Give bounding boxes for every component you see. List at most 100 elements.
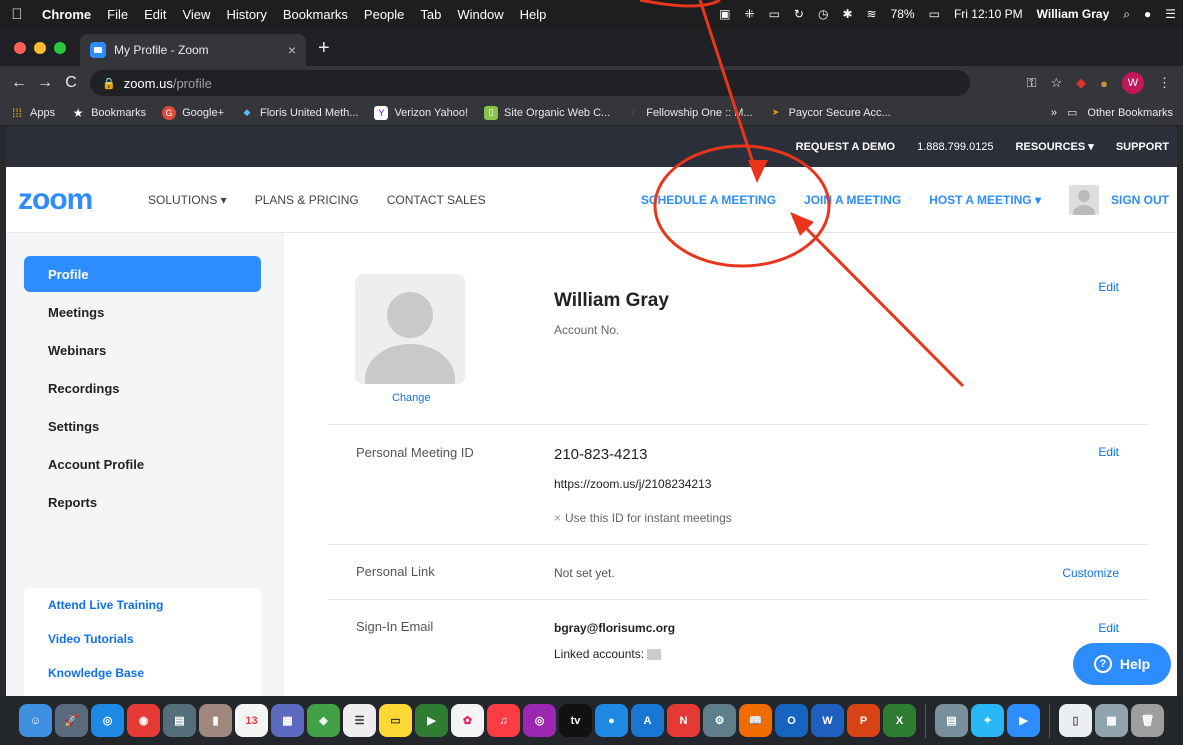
maximize-window-button[interactable] [54, 42, 66, 54]
attend-live-training-link[interactable]: Attend Live Training [24, 588, 261, 622]
contact-sales-link[interactable]: CONTACT SALES [387, 193, 486, 207]
minimize-window-button[interactable] [34, 42, 46, 54]
messages-icon[interactable]: ● [595, 704, 628, 737]
excel-icon[interactable]: X [883, 704, 916, 737]
photo-booth-icon[interactable]: ▦ [271, 704, 304, 737]
change-photo-link[interactable]: Change [392, 392, 431, 404]
document-icon[interactable]: ▯ [1059, 704, 1092, 737]
podcasts-icon[interactable]: ◎ [523, 704, 556, 737]
trash-icon[interactable]: 🗑 [1131, 704, 1164, 737]
app-store-icon[interactable]: A [631, 704, 664, 737]
airplay-icon[interactable]: ▭ [762, 7, 787, 21]
siri-icon[interactable]: ● [1137, 7, 1158, 21]
sidebar-item-webinars[interactable]: Webinars [24, 332, 261, 368]
knowledge-base-link[interactable]: Knowledge Base [24, 656, 261, 690]
close-window-button[interactable] [14, 42, 26, 54]
image-capture-icon[interactable]: ◈ [307, 704, 340, 737]
launchpad-icon[interactable]: 🚀 [55, 704, 88, 737]
sidebar-item-reports[interactable]: Reports [24, 484, 261, 520]
downloads-icon[interactable]: ▦ [1095, 704, 1128, 737]
menu-window[interactable]: Window [449, 7, 511, 22]
sidebar-item-recordings[interactable]: Recordings [24, 370, 261, 406]
address-bar[interactable]: 🔒 zoom.us/profile [90, 70, 970, 96]
finder-window-icon[interactable]: ▤ [935, 704, 968, 737]
bluetooth-icon[interactable]: ✱ [835, 7, 859, 21]
close-tab-icon[interactable]: × [288, 42, 296, 58]
lock-icon[interactable]: 🔒 [102, 77, 116, 90]
video-tutorials-link[interactable]: Video Tutorials [24, 622, 261, 656]
time-machine-icon[interactable]: ◷ [811, 7, 835, 21]
menu-view[interactable]: View [174, 7, 218, 22]
system-preferences-icon[interactable]: ⚙ [703, 704, 736, 737]
menu-help[interactable]: Help [512, 7, 555, 22]
powerpoint-icon[interactable]: P [847, 704, 880, 737]
photos-icon[interactable]: ✿ [451, 704, 484, 737]
edit-profile-link[interactable]: Edit [1098, 280, 1119, 294]
refresh-status-icon[interactable]: ↻ [787, 7, 811, 21]
menu-edit[interactable]: Edit [136, 7, 174, 22]
facetime-icon[interactable]: ▶ [415, 704, 448, 737]
chrome-icon[interactable]: ◉ [127, 704, 160, 737]
extension-cookie-icon[interactable]: ● [1100, 76, 1108, 91]
resources-dropdown[interactable]: RESOURCES ▾ [1016, 140, 1094, 153]
support-link[interactable]: SUPPORT [1116, 141, 1169, 153]
calendar-icon[interactable]: 13 [235, 704, 268, 737]
solutions-dropdown[interactable]: SOLUTIONS ▾ [148, 193, 227, 207]
bookmark-bookmarks[interactable]: ★ Bookmarks [71, 106, 146, 120]
back-arrow-icon[interactable]: ← [6, 74, 32, 92]
bookmark-site-organic[interactable]: ▯ Site Organic Web C... [484, 105, 610, 120]
menu-clock[interactable]: Fri 12:10 PM [947, 7, 1030, 21]
bookmark-paycor[interactable]: ➤ Paycor Secure Acc... [769, 106, 891, 120]
news-icon[interactable]: N [667, 704, 700, 737]
edit-pmi-link[interactable]: Edit [1098, 445, 1119, 459]
forward-arrow-icon[interactable]: → [32, 74, 58, 92]
zoom-icon[interactable]: ▶ [1007, 704, 1040, 737]
bookmark-fellowship-one[interactable]: / Fellowship One :: M... [626, 106, 753, 120]
profile-avatar[interactable]: W [1122, 72, 1144, 94]
bookmark-apps[interactable]: ⁞⁞⁞ Apps [10, 106, 55, 120]
reminders-icon[interactable]: ☰ [343, 704, 376, 737]
wifi-icon[interactable]: ≋ [860, 7, 884, 21]
chrome-menu-icon[interactable]: ⋮ [1158, 75, 1171, 91]
music-icon[interactable]: ♫ [487, 704, 520, 737]
books-icon[interactable]: 📖 [739, 704, 772, 737]
outlook-icon[interactable]: O [775, 704, 808, 737]
reload-icon[interactable]: C [58, 74, 84, 92]
network-icon[interactable]: ✦ [971, 704, 1004, 737]
star-icon[interactable]: ☆ [1050, 75, 1062, 91]
notes-icon[interactable]: ▭ [379, 704, 412, 737]
new-tab-button[interactable]: + [306, 37, 342, 66]
spotlight-icon[interactable]: ⌕ [1116, 7, 1137, 22]
phone-number[interactable]: 1.888.799.0125 [917, 141, 993, 153]
preview-icon[interactable]: ▤ [163, 704, 196, 737]
notification-center-icon[interactable]: ☰ [1158, 7, 1183, 21]
sidebar-item-profile[interactable]: Profile [24, 256, 261, 292]
key-icon[interactable]: ⚿ [1027, 75, 1037, 91]
zoom-status-icon[interactable]: ▣ [712, 7, 737, 21]
bookmarks-overflow-button[interactable]: » [1051, 107, 1057, 119]
menu-people[interactable]: People [356, 7, 412, 22]
battery-icon[interactable]: ▭ [922, 7, 947, 21]
sidebar-item-account-profile[interactable]: Account Profile [24, 446, 261, 482]
menu-chrome[interactable]: Chrome [34, 7, 99, 22]
tab-my-profile[interactable]: My Profile - Zoom × [80, 34, 306, 66]
menu-user[interactable]: William Gray [1030, 7, 1117, 21]
help-button[interactable]: ? Help [1073, 643, 1171, 685]
finder-icon[interactable]: ☺ [19, 704, 52, 737]
grid-status-icon[interactable]: ⁜ [738, 7, 762, 21]
join-meeting-link[interactable]: JOIN A MEETING [804, 193, 901, 207]
extension-ublock-icon[interactable]: ◆ [1076, 75, 1086, 91]
sidebar-item-meetings[interactable]: Meetings [24, 294, 261, 330]
apple-tv-icon[interactable]: tv [559, 704, 592, 737]
bookmark-floris[interactable]: ◆ Floris United Meth... [240, 106, 359, 120]
apple-menu-icon[interactable]:  [0, 6, 34, 23]
customize-link[interactable]: Customize [1062, 566, 1119, 580]
battery-percent[interactable]: 78% [884, 7, 922, 21]
menu-bookmarks[interactable]: Bookmarks [275, 7, 356, 22]
safari-icon[interactable]: ◎ [91, 704, 124, 737]
menu-tab[interactable]: Tab [412, 7, 449, 22]
zoom-logo[interactable]: zoom [18, 183, 148, 217]
host-meeting-dropdown[interactable]: HOST A MEETING ▾ [929, 193, 1041, 207]
edit-email-link[interactable]: Edit [1098, 621, 1119, 635]
request-demo-link[interactable]: REQUEST A DEMO [796, 141, 895, 153]
